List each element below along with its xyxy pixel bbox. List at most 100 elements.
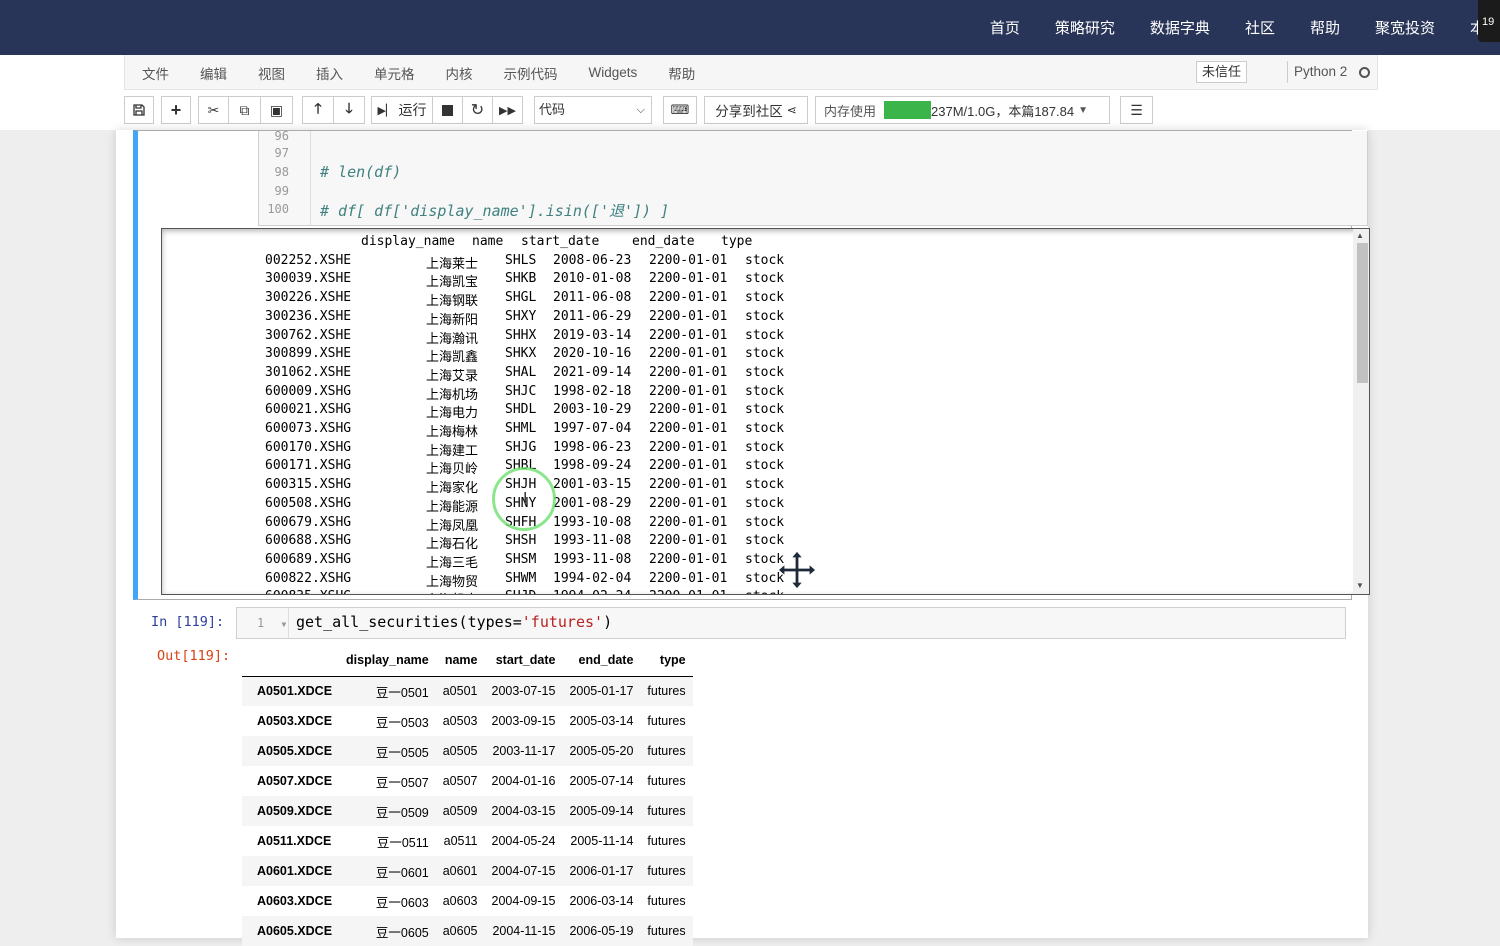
scrollbar-thumb[interactable]: [1357, 243, 1368, 383]
output-cell: stock: [745, 308, 785, 324]
cell-type-select[interactable]: 代码 ⌵: [534, 96, 652, 124]
table-cell: a0605: [442, 924, 478, 938]
menu-item[interactable]: 视图: [258, 63, 285, 83]
output-cell: 300226.XSHE: [265, 290, 352, 306]
menu-item[interactable]: 插入: [316, 63, 343, 83]
table-cell: 2005-01-17: [569, 684, 634, 699]
table-row: A0505.XDCE 豆一0505 a0505 2003-11-17 2005-05-2…: [242, 736, 693, 766]
command-palette-button[interactable]: ⌨: [663, 96, 697, 124]
table-cell: a0511: [443, 834, 478, 848]
output-cell: 2200-01-01: [649, 589, 727, 594]
output-cell: 上海新阳: [426, 312, 479, 328]
output-header-cell: name: [472, 234, 504, 249]
menu-item[interactable]: 单元格: [374, 63, 415, 83]
toc-button[interactable]: ☰: [1120, 96, 1153, 124]
output-cell: stock: [745, 346, 785, 362]
table-row: A0601.XDCE 豆一0601 a0601 2004-07-15 2006-01-1…: [242, 856, 693, 886]
code-editor-2[interactable]: 1 ▼ get_all_securities(types='futures'): [236, 607, 1346, 639]
nav-item[interactable]: 策略研究: [1055, 17, 1115, 38]
output-scrollbar[interactable]: ▲ ▼: [1353, 229, 1369, 594]
arrow-up-icon: 🡑: [314, 100, 322, 116]
output-cell: 上海物贸: [426, 574, 479, 590]
table-row: A0509.XDCE 豆一0509 a0509 2004-03-15 2005-09-1…: [242, 796, 693, 826]
output-cell: 上海贝岭: [426, 462, 479, 478]
output-cell: 上海建工: [426, 443, 479, 459]
move-down-button[interactable]: 🡓: [333, 96, 365, 124]
row-index: A0603.XDCE: [257, 894, 333, 908]
row-index: A0601.XDCE: [257, 864, 333, 878]
cut-button[interactable]: ✂: [198, 96, 229, 124]
table-cell: 2006-03-14: [569, 894, 634, 908]
output-cell: 2200-01-01: [649, 271, 728, 287]
insert-cell-button[interactable]: +: [161, 96, 191, 124]
nav-item[interactable]: 聚宽投资: [1375, 17, 1435, 38]
run-button[interactable]: ▶▏ 运行: [371, 96, 433, 124]
save-button[interactable]: [124, 96, 154, 124]
output-cell: SHJG: [505, 439, 537, 455]
scroll-down-icon[interactable]: ▼: [1356, 581, 1364, 590]
table-cell: 豆一0503: [375, 715, 429, 730]
code-editor[interactable]: 96 97 98 99 100 # len(df) # df[ df['disp…: [258, 129, 1368, 226]
output-cell: stock: [745, 383, 785, 399]
column-header: start_date: [484, 645, 563, 677]
output-cell: 上海机电: [426, 589, 478, 594]
scroll-up-icon[interactable]: ▲: [1356, 231, 1364, 240]
output-cell: stock: [745, 290, 785, 306]
line-number: 99: [274, 184, 289, 198]
output-cell: 2200-01-01: [649, 402, 728, 418]
column-header: end_date: [562, 645, 641, 677]
table-row: A0501.XDCE 豆一0501 a0501 2003-07-15 2005-01-1…: [242, 676, 693, 706]
top-nav-items: 首页策略研究数据字典社区帮助聚宽投资本地: [955, 0, 1500, 55]
nav-item[interactable]: 社区: [1245, 17, 1275, 38]
nav-item[interactable]: 数据字典: [1150, 17, 1210, 38]
code-cell-selected[interactable]: 96 97 98 99 100 # len(df) # df[ df['disp…: [133, 129, 1370, 600]
output-cell: 2001-08-29: [553, 495, 632, 511]
menu-item[interactable]: Widgets: [589, 65, 638, 80]
trust-indicator[interactable]: 未信任: [1196, 61, 1248, 83]
fold-arrow-icon[interactable]: ▼: [281, 620, 286, 629]
output-cell: 上海能源: [426, 499, 479, 515]
menu-item[interactable]: 内核: [446, 63, 473, 83]
output-cell: 2200-01-01: [649, 252, 728, 268]
menu-item[interactable]: 示例代码: [504, 63, 558, 83]
row-index: A0501.XDCE: [257, 684, 333, 699]
menu-item[interactable]: 编辑: [200, 63, 227, 83]
share-label: 分享到社区: [715, 104, 783, 119]
output-scroll-area[interactable]: display_name name start_date end_date type 00…: [161, 228, 1370, 595]
output-cell: 1993-11-08: [553, 551, 632, 567]
table-cell: futures: [647, 774, 686, 788]
memory-usage[interactable]: 内存使用 237M/1.0G，本篇187.84 ▼: [815, 96, 1110, 124]
output-cell: stock: [745, 402, 785, 418]
nav-item[interactable]: 首页: [990, 17, 1020, 38]
output-cell: 上海艾录: [426, 368, 479, 384]
move-cursor-icon: [777, 550, 817, 590]
output-cell: 2200-01-01: [649, 346, 728, 362]
menu-item[interactable]: 文件: [142, 63, 169, 83]
share-button[interactable]: 分享到社区 ⋖: [704, 96, 808, 124]
output-cell: stock: [745, 458, 785, 474]
output-cell: SHML: [505, 421, 537, 436]
output-cell: 2200-01-01: [649, 327, 728, 343]
table-cell: 豆一0509: [375, 805, 429, 820]
table-cell: 2005-05-20: [569, 744, 634, 758]
table-cell: a0501: [442, 684, 478, 699]
output-cell: 2200-01-01: [649, 421, 728, 436]
output-cell: 上海梅林: [426, 425, 479, 440]
paste-button[interactable]: ▣: [260, 96, 293, 124]
menu-item[interactable]: 帮助: [668, 63, 695, 83]
line-number-gutter: 96 97 98 99 100: [259, 129, 311, 225]
line-number: 1: [257, 616, 265, 630]
output-cell: SHHX: [505, 327, 537, 343]
move-up-button[interactable]: 🡑: [302, 96, 334, 124]
output-cell: 1998-06-23: [553, 439, 632, 455]
nav-item[interactable]: 帮助: [1310, 17, 1340, 38]
output-cell: SHWM: [505, 570, 537, 586]
restart-run-all-button[interactable]: ▶▶: [492, 96, 523, 124]
output-cell: SHLS: [505, 252, 537, 268]
copy-button[interactable]: ⧉: [228, 96, 261, 124]
restart-button[interactable]: ↻: [462, 96, 493, 124]
output-cell: SHSH: [505, 533, 537, 549]
interrupt-button[interactable]: [432, 96, 463, 124]
output-cell: 上海莱士: [426, 256, 479, 272]
run-group: ▶▏ 运行 ↻ ▶▶: [371, 96, 523, 124]
